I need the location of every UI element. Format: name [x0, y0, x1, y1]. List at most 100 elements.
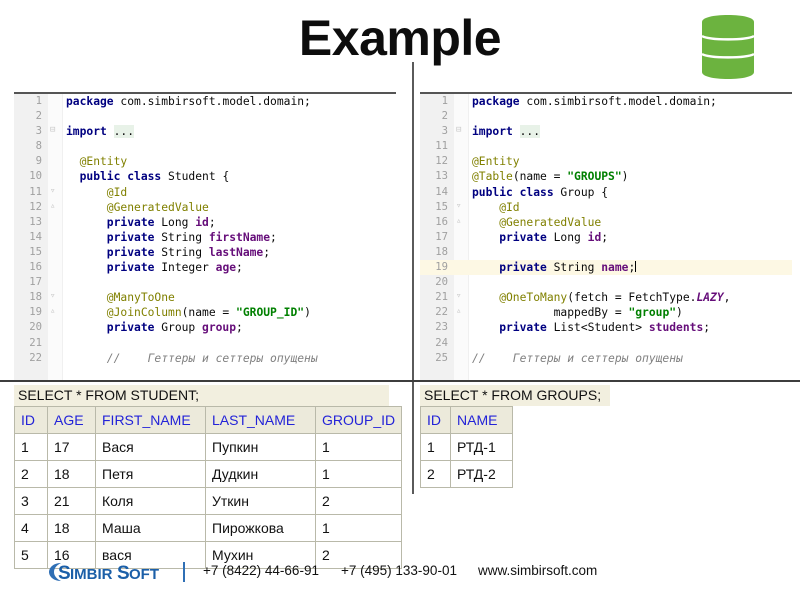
table-cell: 2: [420, 460, 451, 488]
simbirsoft-logo: S IMBIR S OFT: [49, 563, 159, 584]
code-line: 25 // Геттеры и сеттеры опущены: [420, 351, 792, 366]
line-number: 16: [435, 215, 448, 228]
line-number: 22: [435, 306, 448, 319]
code-line-text: @Entity: [66, 155, 128, 169]
column-header: ID: [14, 406, 48, 434]
table-cell: 2: [14, 460, 48, 488]
code-line: 18: [420, 245, 792, 260]
code-line-text: mappedBy = "group"): [472, 306, 683, 320]
table-cell: РТД-1: [450, 433, 513, 461]
code-fold-marker-icon[interactable]: ▵: [456, 216, 466, 226]
code-line: 3 ⊟ import ...: [420, 124, 792, 139]
line-number: 11: [435, 140, 448, 153]
table-row: 2 18 Петя Дудкин 1: [14, 460, 403, 488]
line-number: 22: [29, 351, 42, 364]
line-number: 9: [35, 155, 42, 168]
sql-query-caption-groups: SELECT * FROM GROUPS;: [420, 385, 610, 406]
code-line: 15 private String lastName;: [14, 245, 396, 260]
pane-divider-horizontal: [0, 380, 800, 382]
line-number: 18: [29, 291, 42, 304]
line-number: 19: [435, 261, 448, 274]
code-line-text: private Integer age;: [66, 261, 243, 275]
footer-website: www.simbirsoft.com: [478, 563, 598, 578]
code-line: 2: [420, 109, 792, 124]
table-row: 1 РТД-1: [420, 433, 513, 461]
code-fold-marker-icon[interactable]: ▵: [50, 306, 60, 316]
line-number: 1: [441, 95, 448, 107]
code-line-text: @Table(name = "GROUPS"): [472, 170, 629, 184]
code-line-text: @Entity: [472, 155, 520, 169]
table-cell: 18: [47, 514, 96, 542]
code-lines-right: 1 package com.simbirsoft.model.domain; 2 3 ⊟…: [420, 94, 792, 366]
code-fold-marker-icon[interactable]: ▿: [50, 186, 60, 196]
code-line: 2: [14, 109, 396, 124]
code-editor-group[interactable]: 1 package com.simbirsoft.model.domain; 2 3 ⊟…: [420, 92, 792, 380]
code-line: 16 private Integer age;: [14, 260, 396, 275]
svg-text:IMBIR: IMBIR: [70, 566, 113, 583]
line-number: 16: [29, 261, 42, 274]
code-fold-marker-icon[interactable]: ▵: [456, 306, 466, 316]
table-header-row: ID NAME: [420, 406, 513, 434]
line-number: 3: [35, 125, 42, 138]
code-line: 14 private String firstName;: [14, 230, 396, 245]
text-caret: [635, 261, 637, 273]
line-number: 11: [29, 185, 42, 198]
code-line: 14 public class Group {: [420, 185, 792, 200]
table-cell: Уткин: [205, 487, 316, 515]
column-header: NAME: [450, 406, 513, 434]
line-number: 23: [435, 321, 448, 334]
code-fold-marker-icon[interactable]: ⊟: [456, 125, 466, 135]
line-number: 21: [435, 291, 448, 304]
table-cell: 1: [314, 433, 403, 461]
column-header: AGE: [47, 406, 96, 434]
svg-text:S: S: [117, 563, 130, 584]
code-fold-marker-icon[interactable]: ⊟: [50, 125, 60, 135]
code-line: 20: [420, 275, 792, 290]
code-line: 21: [14, 336, 396, 351]
code-line-text: @ManyToOne: [66, 291, 175, 305]
code-line: 12 ▵ @GeneratedValue: [14, 200, 396, 215]
table-cell: 2: [314, 487, 403, 515]
footer: S IMBIR S OFT +7 (8422) 44-66-91 +7 (495…: [0, 560, 800, 592]
line-number: 17: [435, 230, 448, 243]
code-line: 10 public class Student {: [14, 169, 396, 184]
footer-phone-secondary: +7 (495) 133-90-01: [341, 563, 457, 578]
line-number: 8: [35, 140, 42, 153]
code-line-text: // Геттеры и сеттеры опущены: [472, 351, 683, 365]
table-cell: Петя: [95, 460, 206, 488]
code-line-text: import ...: [472, 125, 541, 139]
code-line: 3 ⊟ import ...: [14, 124, 396, 139]
line-number: 15: [29, 245, 42, 258]
code-line: 13 @Table(name = "GROUPS"): [420, 169, 792, 184]
line-number: 20: [435, 276, 448, 289]
line-number: 20: [29, 321, 42, 334]
code-fold-marker-icon[interactable]: ▿: [456, 201, 466, 211]
table-cell: 21: [47, 487, 96, 515]
code-line: 17: [14, 275, 396, 290]
line-number: 12: [435, 155, 448, 168]
table-cell: Пупкин: [205, 433, 316, 461]
code-fold-marker-icon[interactable]: ▵: [50, 201, 60, 211]
code-line-text: import ...: [66, 125, 135, 139]
code-line: 17 private Long id;: [420, 230, 792, 245]
column-header: GROUP_ID: [314, 406, 403, 434]
code-editor-student[interactable]: 1 package com.simbirsoft.model.domain; 2 3 ⊟…: [14, 92, 396, 380]
sql-query-caption-student: SELECT * FROM STUDENT;: [14, 385, 389, 406]
code-line-text: public class Student {: [66, 170, 230, 184]
code-fold-marker-icon[interactable]: ▿: [50, 291, 60, 301]
line-number: 10: [29, 170, 42, 183]
code-line: 1 package com.simbirsoft.model.domain;: [420, 94, 792, 109]
table-row: 1 17 Вася Пупкин 1: [14, 433, 403, 461]
code-line-text: private List<Student> students;: [472, 321, 711, 335]
svg-text:S: S: [58, 563, 71, 584]
table-cell: 17: [47, 433, 96, 461]
code-line-text: @JoinColumn(name = "GROUP_ID"): [66, 306, 311, 320]
table-cell: 18: [47, 460, 96, 488]
line-number: 15: [435, 200, 448, 213]
column-header: LAST_NAME: [205, 406, 316, 434]
page-title: Example: [298, 10, 502, 66]
result-table-groups: ID NAME 1 РТД-1 2 РТД-2: [420, 406, 513, 488]
line-number: 2: [35, 110, 42, 123]
line-number: 25: [435, 351, 448, 364]
code-fold-marker-icon[interactable]: ▿: [456, 291, 466, 301]
